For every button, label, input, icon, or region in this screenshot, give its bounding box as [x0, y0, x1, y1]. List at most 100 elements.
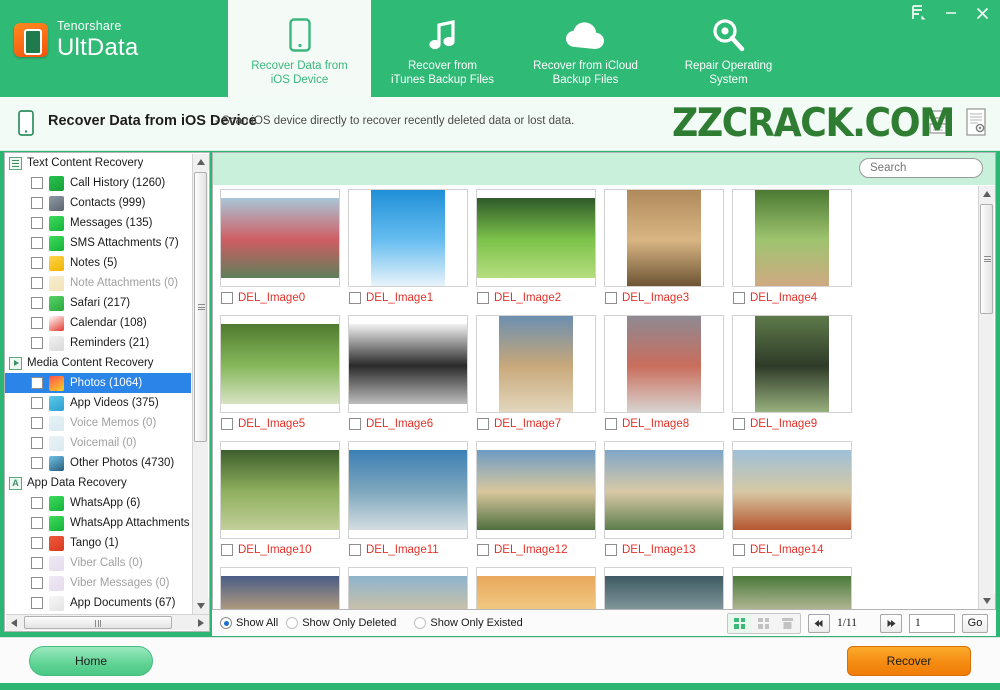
last-page-button[interactable] — [880, 613, 902, 633]
thumbnail-image[interactable] — [476, 189, 596, 287]
sidebar-item-whatsapp-attachments[interactable]: WhatsApp Attachments ( — [5, 513, 191, 533]
thumbnail-image[interactable] — [732, 315, 852, 413]
group-expander-icon[interactable] — [9, 356, 22, 370]
thumbnail-cell[interactable]: DEL_Image2 — [476, 189, 602, 315]
thumbnail-image[interactable] — [220, 189, 340, 287]
content-vertical-scrollbar[interactable] — [978, 186, 995, 609]
thumbnail-checkbox[interactable] — [349, 418, 361, 430]
thumbnail-cell[interactable]: DEL_Image13 — [604, 441, 730, 567]
thumbnail-cell[interactable]: DEL_Image19 — [732, 567, 858, 609]
document-settings-icon[interactable] — [964, 108, 988, 141]
thumbnail-cell[interactable]: DEL_Image11 — [348, 441, 474, 567]
minimize-icon[interactable] — [944, 6, 958, 20]
thumbnail-checkbox[interactable] — [221, 292, 233, 304]
thumbnail-cell[interactable]: DEL_Image17 — [476, 567, 602, 609]
sidebar-item-sms-attachments[interactable]: SMS Attachments (7) — [5, 233, 191, 253]
thumbnail-checkbox[interactable] — [349, 544, 361, 556]
thumbnail-checkbox[interactable] — [477, 544, 489, 556]
item-checkbox[interactable] — [31, 317, 43, 329]
thumbnail-image[interactable] — [220, 315, 340, 413]
sidebar-horizontal-scrollbar[interactable] — [6, 614, 209, 631]
group-expander-icon[interactable] — [9, 156, 22, 170]
item-checkbox[interactable] — [31, 197, 43, 209]
item-checkbox[interactable] — [31, 177, 43, 189]
scroll-right-arrow[interactable] — [193, 615, 209, 631]
thumbnail-checkbox[interactable] — [733, 544, 745, 556]
grid-view-icon[interactable] — [727, 613, 752, 633]
sidebar-item-notes[interactable]: Notes (5) — [5, 253, 191, 273]
item-checkbox[interactable] — [31, 277, 43, 289]
thumbnail-image[interactable] — [348, 441, 468, 539]
home-button[interactable]: Home — [29, 646, 153, 676]
item-checkbox[interactable] — [31, 457, 43, 469]
go-button[interactable]: Go — [962, 613, 988, 633]
sidebar-item-call-history[interactable]: Call History (1260) — [5, 173, 191, 193]
item-checkbox[interactable] — [31, 297, 43, 309]
content-scroll-thumb[interactable] — [980, 204, 993, 314]
filter-show-all[interactable]: Show All — [220, 617, 278, 629]
thumbnail-image[interactable] — [604, 189, 724, 287]
sidebar-item-note-attachments[interactable]: Note Attachments (0) — [5, 273, 191, 293]
thumbnail-image[interactable] — [732, 567, 852, 609]
first-page-button[interactable] — [807, 613, 830, 633]
item-checkbox[interactable] — [31, 537, 43, 549]
sidebar-group-2[interactable]: A App Data Recovery — [5, 473, 191, 493]
item-checkbox[interactable] — [31, 257, 43, 269]
filter-show-only-existed[interactable]: Show Only Existed — [414, 617, 523, 629]
sidebar-group-1[interactable]: Media Content Recovery — [5, 353, 191, 373]
thumbnail-cell[interactable]: DEL_Image14 — [732, 441, 858, 567]
filter-show-only-deleted[interactable]: Show Only Deleted — [286, 617, 396, 629]
list-view-icon[interactable] — [752, 614, 776, 633]
item-checkbox[interactable] — [31, 437, 43, 449]
item-checkbox[interactable] — [31, 397, 43, 409]
tab-recover-from-icloud-backup[interactable]: Recover from iCloud Backup Files — [514, 0, 657, 97]
group-expander-icon[interactable]: A — [9, 476, 22, 490]
thumbnail-image[interactable] — [604, 567, 724, 609]
content-scroll-up-arrow[interactable] — [979, 186, 995, 202]
thumbnail-cell[interactable]: DEL_Image6 — [348, 315, 474, 441]
item-checkbox[interactable] — [31, 597, 43, 609]
thumbnail-checkbox[interactable] — [605, 418, 617, 430]
thumbnail-image[interactable] — [604, 315, 724, 413]
item-checkbox[interactable] — [31, 577, 43, 589]
thumbnail-cell[interactable]: DEL_Image10 — [220, 441, 346, 567]
thumbnail-cell[interactable]: DEL_Image1 — [348, 189, 474, 315]
thumbnail-cell[interactable]: DEL_Image7 — [476, 315, 602, 441]
thumbnail-cell[interactable]: DEL_Image12 — [476, 441, 602, 567]
sidebar-vertical-scrollbar[interactable] — [192, 154, 209, 614]
thumbnail-image[interactable] — [348, 567, 468, 609]
sidebar-item-reminders[interactable]: Reminders (21) — [5, 333, 191, 353]
scroll-up-arrow[interactable] — [193, 154, 209, 170]
thumbnail-image[interactable] — [348, 189, 468, 287]
sidebar-item-calendar[interactable]: Calendar (108) — [5, 313, 191, 333]
item-checkbox[interactable] — [31, 337, 43, 349]
item-checkbox[interactable] — [31, 517, 43, 529]
sidebar-item-messages[interactable]: Messages (135) — [5, 213, 191, 233]
item-checkbox[interactable] — [31, 377, 43, 389]
sidebar-item-photos[interactable]: Photos (1064) — [5, 373, 191, 393]
thumbnail-image[interactable] — [220, 441, 340, 539]
tab-recover-from-ios-device[interactable]: Recover Data from iOS Device — [228, 0, 371, 97]
thumbnail-checkbox[interactable] — [477, 418, 489, 430]
item-checkbox[interactable] — [31, 417, 43, 429]
item-checkbox[interactable] — [31, 557, 43, 569]
content-scroll-down-arrow[interactable] — [979, 593, 995, 609]
thumbnail-image[interactable] — [476, 567, 596, 609]
thumbnail-cell[interactable]: DEL_Image8 — [604, 315, 730, 441]
item-checkbox[interactable] — [31, 497, 43, 509]
recover-button[interactable]: Recover — [847, 646, 971, 676]
sidebar-item-other-photos[interactable]: Other Photos (4730) — [5, 453, 191, 473]
thumbnail-cell[interactable]: DEL_Image5 — [220, 315, 346, 441]
thumbnail-image[interactable] — [732, 441, 852, 539]
sidebar-item-whatsapp[interactable]: WhatsApp (6) — [5, 493, 191, 513]
thumbnail-cell[interactable]: DEL_Image18 — [604, 567, 730, 609]
thumbnail-checkbox[interactable] — [221, 418, 233, 430]
thumbnail-checkbox[interactable] — [477, 292, 489, 304]
item-checkbox[interactable] — [31, 237, 43, 249]
sidebar-item-contacts[interactable]: Contacts (999) — [5, 193, 191, 213]
tab-repair-operating-system[interactable]: Repair Operating System — [657, 0, 800, 97]
detail-view-icon[interactable] — [776, 614, 800, 633]
sidebar-item-app-documents[interactable]: App Documents (67) — [5, 593, 191, 613]
thumbnail-cell[interactable]: DEL_Image3 — [604, 189, 730, 315]
page-number-input[interactable]: 1 — [909, 613, 955, 633]
